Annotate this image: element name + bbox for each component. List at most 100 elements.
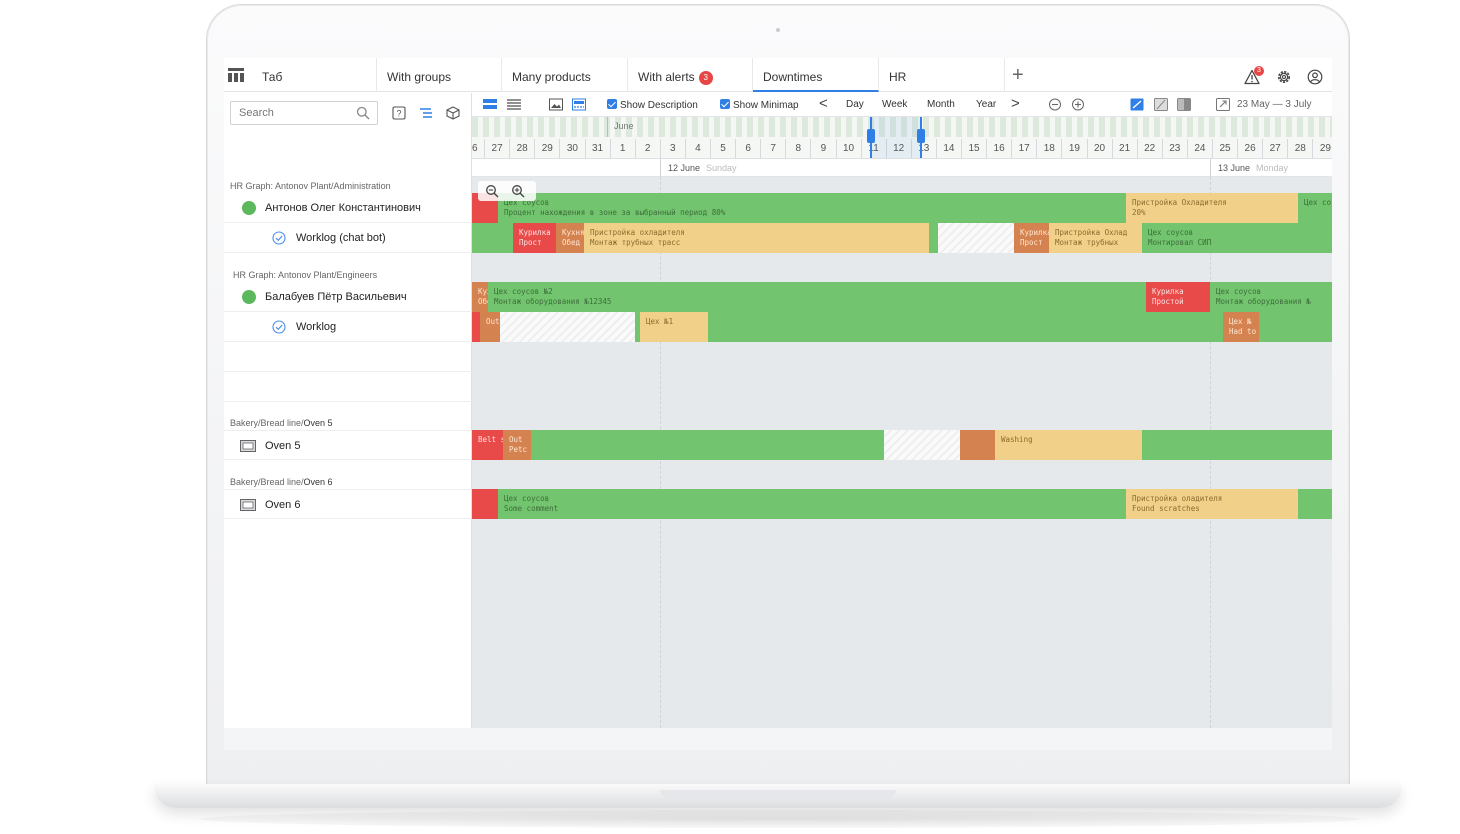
resource-row-person[interactable]: Антонов Олег Константинович bbox=[224, 193, 472, 223]
add-tab-icon[interactable]: + bbox=[1012, 65, 1024, 85]
scale-month-button[interactable]: Month bbox=[927, 99, 955, 110]
grid-menu-icon[interactable] bbox=[228, 68, 244, 82]
user-account-icon[interactable] bbox=[1307, 69, 1323, 85]
shade-icon[interactable] bbox=[1177, 98, 1191, 111]
date-range-label[interactable]: 23 May — 3 July bbox=[1237, 99, 1311, 110]
timeline-zoom-controls bbox=[478, 181, 536, 201]
segment-description: Процент нахождения в зоне за выбранный п… bbox=[504, 208, 726, 217]
segment-title: Washing bbox=[1001, 435, 1033, 444]
show-minimap-checkbox[interactable]: Show Minimap bbox=[720, 99, 800, 111]
segment-description: Some comment bbox=[504, 504, 559, 513]
help-icon[interactable]: ? bbox=[392, 106, 406, 120]
resource-row-worklog[interactable]: Worklog bbox=[224, 312, 472, 342]
show-description-checkbox[interactable]: Show Description bbox=[607, 99, 698, 111]
minimap-day-label: 22 bbox=[1136, 139, 1162, 158]
gantt-segment[interactable]: Пристройка Охлад Монтаж трубных bbox=[1049, 223, 1142, 253]
gantt-segment[interactable]: Курилка Прост bbox=[1014, 223, 1049, 253]
segment-title: Курилка bbox=[519, 228, 551, 237]
gantt-segment[interactable] bbox=[884, 430, 960, 460]
resource-name: Oven 5 bbox=[265, 440, 301, 452]
resource-row-person[interactable]: Балабуев Пётр Васильевич bbox=[224, 282, 472, 312]
gantt-segment[interactable]: Цех соусов Процент нахождения в зоне за в… bbox=[498, 193, 1126, 223]
tab-tab[interactable]: Таб bbox=[252, 58, 377, 92]
gantt-segment[interactable]: Цех соусов Some comment bbox=[498, 489, 1126, 519]
gantt-segment[interactable]: КухняОбед bbox=[556, 223, 584, 253]
scale-year-button[interactable]: Year bbox=[976, 99, 996, 110]
minimap-day-label: 28 bbox=[509, 139, 534, 158]
prev-period-button[interactable]: < bbox=[819, 95, 828, 112]
next-period-button[interactable]: > bbox=[1011, 95, 1020, 112]
rows-compact-icon[interactable] bbox=[483, 98, 497, 111]
gantt-segment[interactable] bbox=[1259, 312, 1332, 342]
gantt-segment[interactable]: Цех соусов №2 Монтаж оборудования №12345 bbox=[488, 282, 1146, 312]
segment-description: Found scratches bbox=[1132, 504, 1200, 513]
gantt-segment[interactable]: Пристройка охладителя Монтаж трубных трас… bbox=[584, 223, 929, 253]
gantt-segment[interactable] bbox=[472, 223, 513, 253]
timeline-minimap[interactable]: June 26272829303112345678910111213141516… bbox=[472, 117, 1332, 159]
gantt-segment[interactable]: Цех № Had to bbox=[1223, 312, 1259, 342]
segment-description: Простой bbox=[1152, 297, 1184, 306]
scale-week-button[interactable]: Week bbox=[882, 99, 907, 110]
gantt-segment[interactable]: Цех соусов Монтаж оборудования № bbox=[1210, 282, 1332, 312]
date-header: 12 June Sunday 13 June Monday bbox=[472, 159, 1332, 177]
zoom-in-icon[interactable] bbox=[1071, 98, 1085, 111]
tab-hr[interactable]: HR bbox=[879, 58, 1005, 92]
gantt-segment[interactable] bbox=[929, 223, 938, 253]
edit-mode-icon[interactable] bbox=[1130, 98, 1144, 111]
resource-name: Балабуев Пётр Васильевич bbox=[265, 291, 407, 303]
gantt-segment[interactable]: Цех №1 bbox=[640, 312, 708, 342]
segment-title: Курилка bbox=[1152, 287, 1184, 296]
tab-with-groups[interactable]: With groups bbox=[377, 58, 502, 92]
scale-day-button[interactable]: Day bbox=[846, 99, 864, 110]
gantt-segment[interactable] bbox=[1298, 489, 1332, 519]
resource-row-oven[interactable]: Oven 6 bbox=[224, 489, 472, 519]
gantt-segment[interactable] bbox=[938, 223, 1014, 253]
cube-icon[interactable] bbox=[446, 106, 460, 120]
gantt-segment[interactable]: Out bbox=[480, 312, 500, 342]
resource-row-worklog[interactable]: Worklog (chat bot) bbox=[224, 223, 472, 253]
gantt-segment[interactable] bbox=[708, 312, 1223, 342]
gantt-segment[interactable] bbox=[472, 312, 480, 342]
gantt-segment[interactable]: Курилка Прост bbox=[513, 223, 556, 253]
gantt-segment[interactable]: Пристройка оладителя Found scratches bbox=[1126, 489, 1298, 519]
search-icon[interactable] bbox=[356, 106, 370, 120]
gear-icon[interactable] bbox=[1276, 69, 1292, 85]
viewport-right-handle[interactable] bbox=[917, 129, 925, 143]
gantt-segment[interactable] bbox=[500, 312, 635, 342]
tab-many-products[interactable]: Many products bbox=[502, 58, 628, 92]
gantt-segment[interactable]: Belt st bbox=[472, 430, 503, 460]
tab-with-alerts[interactable]: With alerts 3 bbox=[628, 58, 753, 92]
zoom-out-magnifier-icon[interactable] bbox=[485, 184, 499, 198]
gantt-segment[interactable]: Цех со bbox=[1298, 193, 1332, 223]
segment-title: Пристройка оладителя bbox=[1132, 494, 1223, 503]
gantt-segment[interactable]: Курилка Простой bbox=[1146, 282, 1210, 312]
image-icon[interactable] bbox=[549, 98, 563, 111]
tree-list-icon[interactable] bbox=[419, 106, 433, 120]
gantt-segment[interactable]: КухняОбед bbox=[472, 282, 488, 312]
minimap-day-label: 20 bbox=[1086, 139, 1112, 158]
check-circle-icon bbox=[272, 320, 286, 334]
gantt-segment[interactable] bbox=[960, 430, 995, 460]
tab-label: With alerts bbox=[638, 70, 695, 84]
rows-list-icon[interactable] bbox=[507, 98, 521, 111]
minimap-viewport[interactable] bbox=[867, 117, 925, 158]
gantt-segment[interactable]: Washing bbox=[995, 430, 1142, 460]
gantt-segment[interactable] bbox=[1142, 430, 1332, 460]
gantt-segment[interactable]: Пристройка Охладителя 20% bbox=[1126, 193, 1298, 223]
viewport-left-handle[interactable] bbox=[867, 129, 875, 143]
expand-icon[interactable] bbox=[1216, 98, 1230, 111]
zoom-in-magnifier-icon[interactable] bbox=[511, 184, 525, 198]
gantt-segment[interactable]: Цех соусов Монтировал СИП bbox=[1142, 223, 1332, 253]
resource-row-oven[interactable]: Oven 5 bbox=[224, 430, 472, 460]
gantt-row: Цех соусов Процент нахождения в зоне за в… bbox=[472, 193, 1332, 223]
gantt-segment[interactable] bbox=[531, 430, 884, 460]
gantt-segment[interactable]: Out Petc bbox=[503, 430, 531, 460]
zoom-out-icon[interactable] bbox=[1048, 98, 1062, 111]
tab-downtimes[interactable]: Downtimes bbox=[753, 58, 879, 92]
layout-icon[interactable] bbox=[572, 98, 586, 111]
gantt-segment[interactable] bbox=[472, 489, 498, 519]
gantt-row: Belt stOutPetc Washing bbox=[472, 430, 1332, 460]
pattern-icon[interactable] bbox=[1154, 98, 1168, 111]
segment-title: Цех №1 bbox=[646, 317, 674, 326]
segment-title: Цех со bbox=[1304, 198, 1332, 207]
